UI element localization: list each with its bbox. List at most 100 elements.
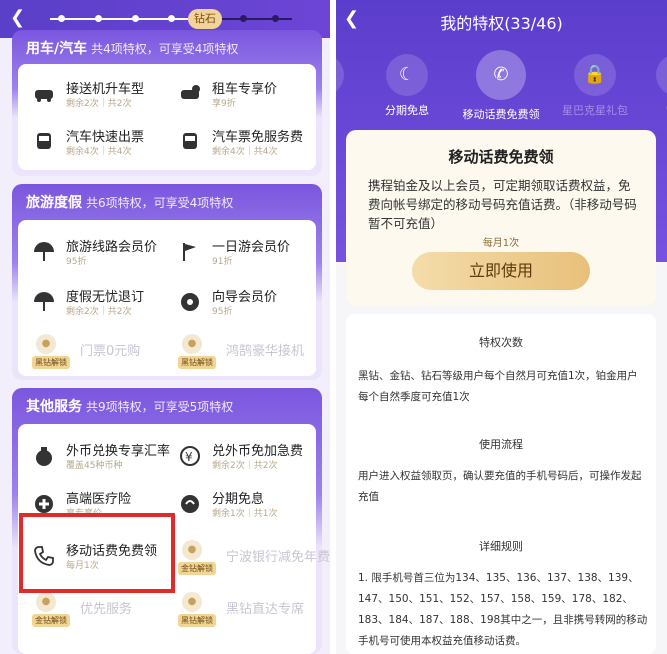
item-title: 宁波银行减免年费 — [226, 550, 330, 565]
unlock-badge: 金钻解锁 — [32, 614, 70, 627]
privilege-detail-card: 移动话费免费领 携程铂金及以上会员，可定期领取话费权益，免费向帐号绑定的移动号码… — [346, 130, 656, 306]
item-sub: 95折 — [212, 307, 233, 317]
tab-label: Goo — [632, 102, 667, 115]
detail-title: 移动话费免费领 — [448, 148, 554, 166]
installment-icon: ☾ — [386, 54, 428, 96]
item-sub: 享9折 — [212, 99, 236, 109]
exchange-icon: ¥ — [180, 446, 200, 466]
privilege-item[interactable]: 租车专享价 享9折 — [178, 78, 318, 118]
section-header: 旅游度假 共6项特权，可享受4项特权 — [26, 192, 233, 212]
lock-icon: ● — [36, 334, 56, 354]
item-sub: 剩余2次｜共2次 — [212, 461, 278, 471]
unlock-badge: 黑钻解锁 — [178, 614, 216, 627]
item-title: 向导会员价 — [212, 290, 278, 305]
privilege-item[interactable]: 旅游线路会员价 95折 — [32, 236, 172, 276]
rules-paragraph: 1. 限手机号首三位为134、135、136、137、138、139、147、1… — [358, 572, 648, 647]
privilege-item-locked[interactable]: ● 金钻解锁 宁波银行减免年费 — [178, 540, 330, 580]
privilege-detail-panel: ❮ 我的特权(33/46) 险 ☾ 分期免息 ✆ 移动话费免费领 🔒 星巴克星礼… — [336, 0, 667, 654]
rules-heading: 使用流程 — [479, 438, 523, 451]
rules-heading: 详细规则 — [479, 540, 523, 553]
item-sub: 剩余1次｜共1次 — [212, 509, 278, 519]
use-now-button[interactable]: 立即使用 — [412, 252, 590, 290]
page-title: 我的特权(33/46) — [440, 14, 563, 33]
tab-label: 分期免息 — [385, 104, 429, 117]
unlock-badge: 金钻解锁 — [178, 562, 216, 575]
privilege-item[interactable]: 向导会员价 95折 — [178, 286, 318, 326]
detail-description: 携程铂金及以上会员，可定期领取话费权益，免费向帐号绑定的移动号码充值话费。（非移… — [368, 178, 637, 231]
item-sub: 95折 — [66, 257, 87, 267]
rules-paragraph: 用户进入权益领取页，确认要充值的手机号码后，可操作发起充值 — [358, 470, 642, 503]
insurance-icon — [336, 54, 344, 96]
lock-icon: ● — [182, 334, 202, 354]
umbrella-icon — [34, 292, 54, 311]
umbrella-icon — [34, 242, 54, 261]
progress-dot — [272, 15, 279, 22]
section-travel: 旅游度假 共6项特权，可享受4项特权 旅游线路会员价 95折 一日游会员价 91折… — [12, 184, 322, 380]
privilege-item-locked[interactable]: ● 黑钻解锁 黑钻直达专席 — [178, 592, 318, 632]
privilege-item[interactable]: 一日游会员价 91折 — [178, 236, 318, 276]
highlight-box — [19, 513, 175, 593]
section-car: 用车/汽车 共4项特权，可享受4项特权 接送机升车型 剩余2次｜共2次 租车专享价… — [12, 30, 322, 176]
lock-icon: ● — [182, 540, 202, 560]
progress-dot — [240, 15, 247, 22]
installment-icon — [181, 495, 199, 513]
item-title: 黑钻直达专席 — [226, 602, 305, 617]
lock-icon: 🔒 — [574, 54, 616, 96]
item-title: 旅游线路会员价 — [66, 240, 158, 255]
privilege-item-locked[interactable]: ● 金钻解锁 优先服务 — [32, 592, 172, 632]
section-title: 旅游度假 — [26, 195, 82, 211]
item-title: 分期免息 — [212, 492, 265, 507]
privilege-item[interactable]: 汽车票免服务费 剩余4次｜共4次 — [178, 126, 318, 166]
rules-section: 特权次数 黑钻、金钻、钻石等级用户每个自然月可充值1次，铂金用户每个自然季度可充… — [346, 314, 656, 654]
item-sub: 剩余2次｜共2次 — [66, 307, 132, 317]
tab-next[interactable]: Goo — [632, 54, 667, 115]
rules-paragraph: 黑钻、金钻、钻石等级用户每个自然月可充值1次，铂金用户每个自然季度可充值1次 — [358, 370, 638, 403]
privilege-item[interactable]: 度假无忧退订 剩余2次｜共2次 — [32, 286, 172, 326]
item-title: 高端医疗险 — [66, 492, 132, 507]
privilege-item-locked[interactable]: ● 黑钻解锁 鸿鹄豪华接机 — [178, 334, 318, 374]
tab-starbucks[interactable]: 🔒 星巴克星礼包 — [550, 54, 640, 118]
bus-icon — [37, 133, 51, 149]
progress-dot — [132, 15, 139, 22]
section-title: 其他服务 — [26, 399, 82, 415]
tab-mobile-bill[interactable]: ✆ 移动话费免费领 — [456, 50, 546, 122]
section-header: 用车/汽车 共4项特权，可享受4项特权 — [26, 38, 238, 58]
svg-text:¥: ¥ — [185, 450, 193, 464]
privilege-item[interactable]: 汽车快速出票 剩余4次｜共4次 — [32, 126, 172, 166]
privilege-item[interactable]: 外币兑换专享汇率 覆盖45种币种 — [32, 440, 172, 480]
tab-installment[interactable]: ☾ 分期免息 — [362, 54, 452, 118]
progress-line — [222, 18, 292, 20]
car-icon — [35, 90, 53, 102]
privilege-item-locked[interactable]: ● 黑钻解锁 门票0元购 — [32, 334, 172, 374]
phone-icon: ✆ — [476, 50, 526, 100]
section-card: 旅游线路会员价 95折 一日游会员价 91折 度假无忧退订 剩余2次｜共2次 向… — [18, 220, 316, 376]
tab-icon — [656, 54, 667, 96]
progress-dot — [58, 15, 65, 22]
privilege-item[interactable]: ¥ 兑外币免加急费 剩余2次｜共2次 — [178, 440, 318, 480]
item-sub: 剩余2次｜共2次 — [66, 99, 132, 109]
section-summary: 共9项特权，可享受5项特权 — [86, 400, 234, 414]
item-title: 优先服务 — [80, 602, 133, 617]
section-header: 其他服务 共9项特权，可享受5项特权 — [26, 396, 233, 416]
item-title: 一日游会员价 — [212, 240, 291, 255]
money-bag-icon — [36, 447, 52, 466]
item-sub: 91折 — [212, 257, 233, 267]
item-title: 汽车票免服务费 — [212, 130, 304, 145]
item-title: 接送机升车型 — [66, 82, 145, 97]
item-title: 度假无忧退订 — [66, 290, 145, 305]
section-summary: 共4项特权，可享受4项特权 — [91, 42, 239, 56]
back-icon[interactable]: ❮ — [10, 7, 25, 28]
privilege-item[interactable]: 接送机升车型 剩余2次｜共2次 — [32, 78, 172, 118]
tab-label: 星巴克星礼包 — [562, 104, 628, 117]
item-title: 门票0元购 — [80, 344, 141, 359]
level-badge: 钻石 — [188, 9, 222, 29]
unlock-badge: 黑钻解锁 — [32, 356, 70, 369]
item-sub: 覆盖45种币种 — [66, 461, 123, 471]
lock-icon: ● — [36, 592, 56, 612]
flag-icon — [183, 243, 196, 261]
item-title: 外币兑换专享汇率 — [66, 444, 171, 459]
item-sub: 剩余4次｜共4次 — [66, 147, 132, 157]
rules-heading: 特权次数 — [479, 336, 523, 349]
progress-dot — [168, 15, 175, 22]
privilege-item[interactable]: 分期免息 剩余1次｜共1次 — [178, 488, 318, 528]
